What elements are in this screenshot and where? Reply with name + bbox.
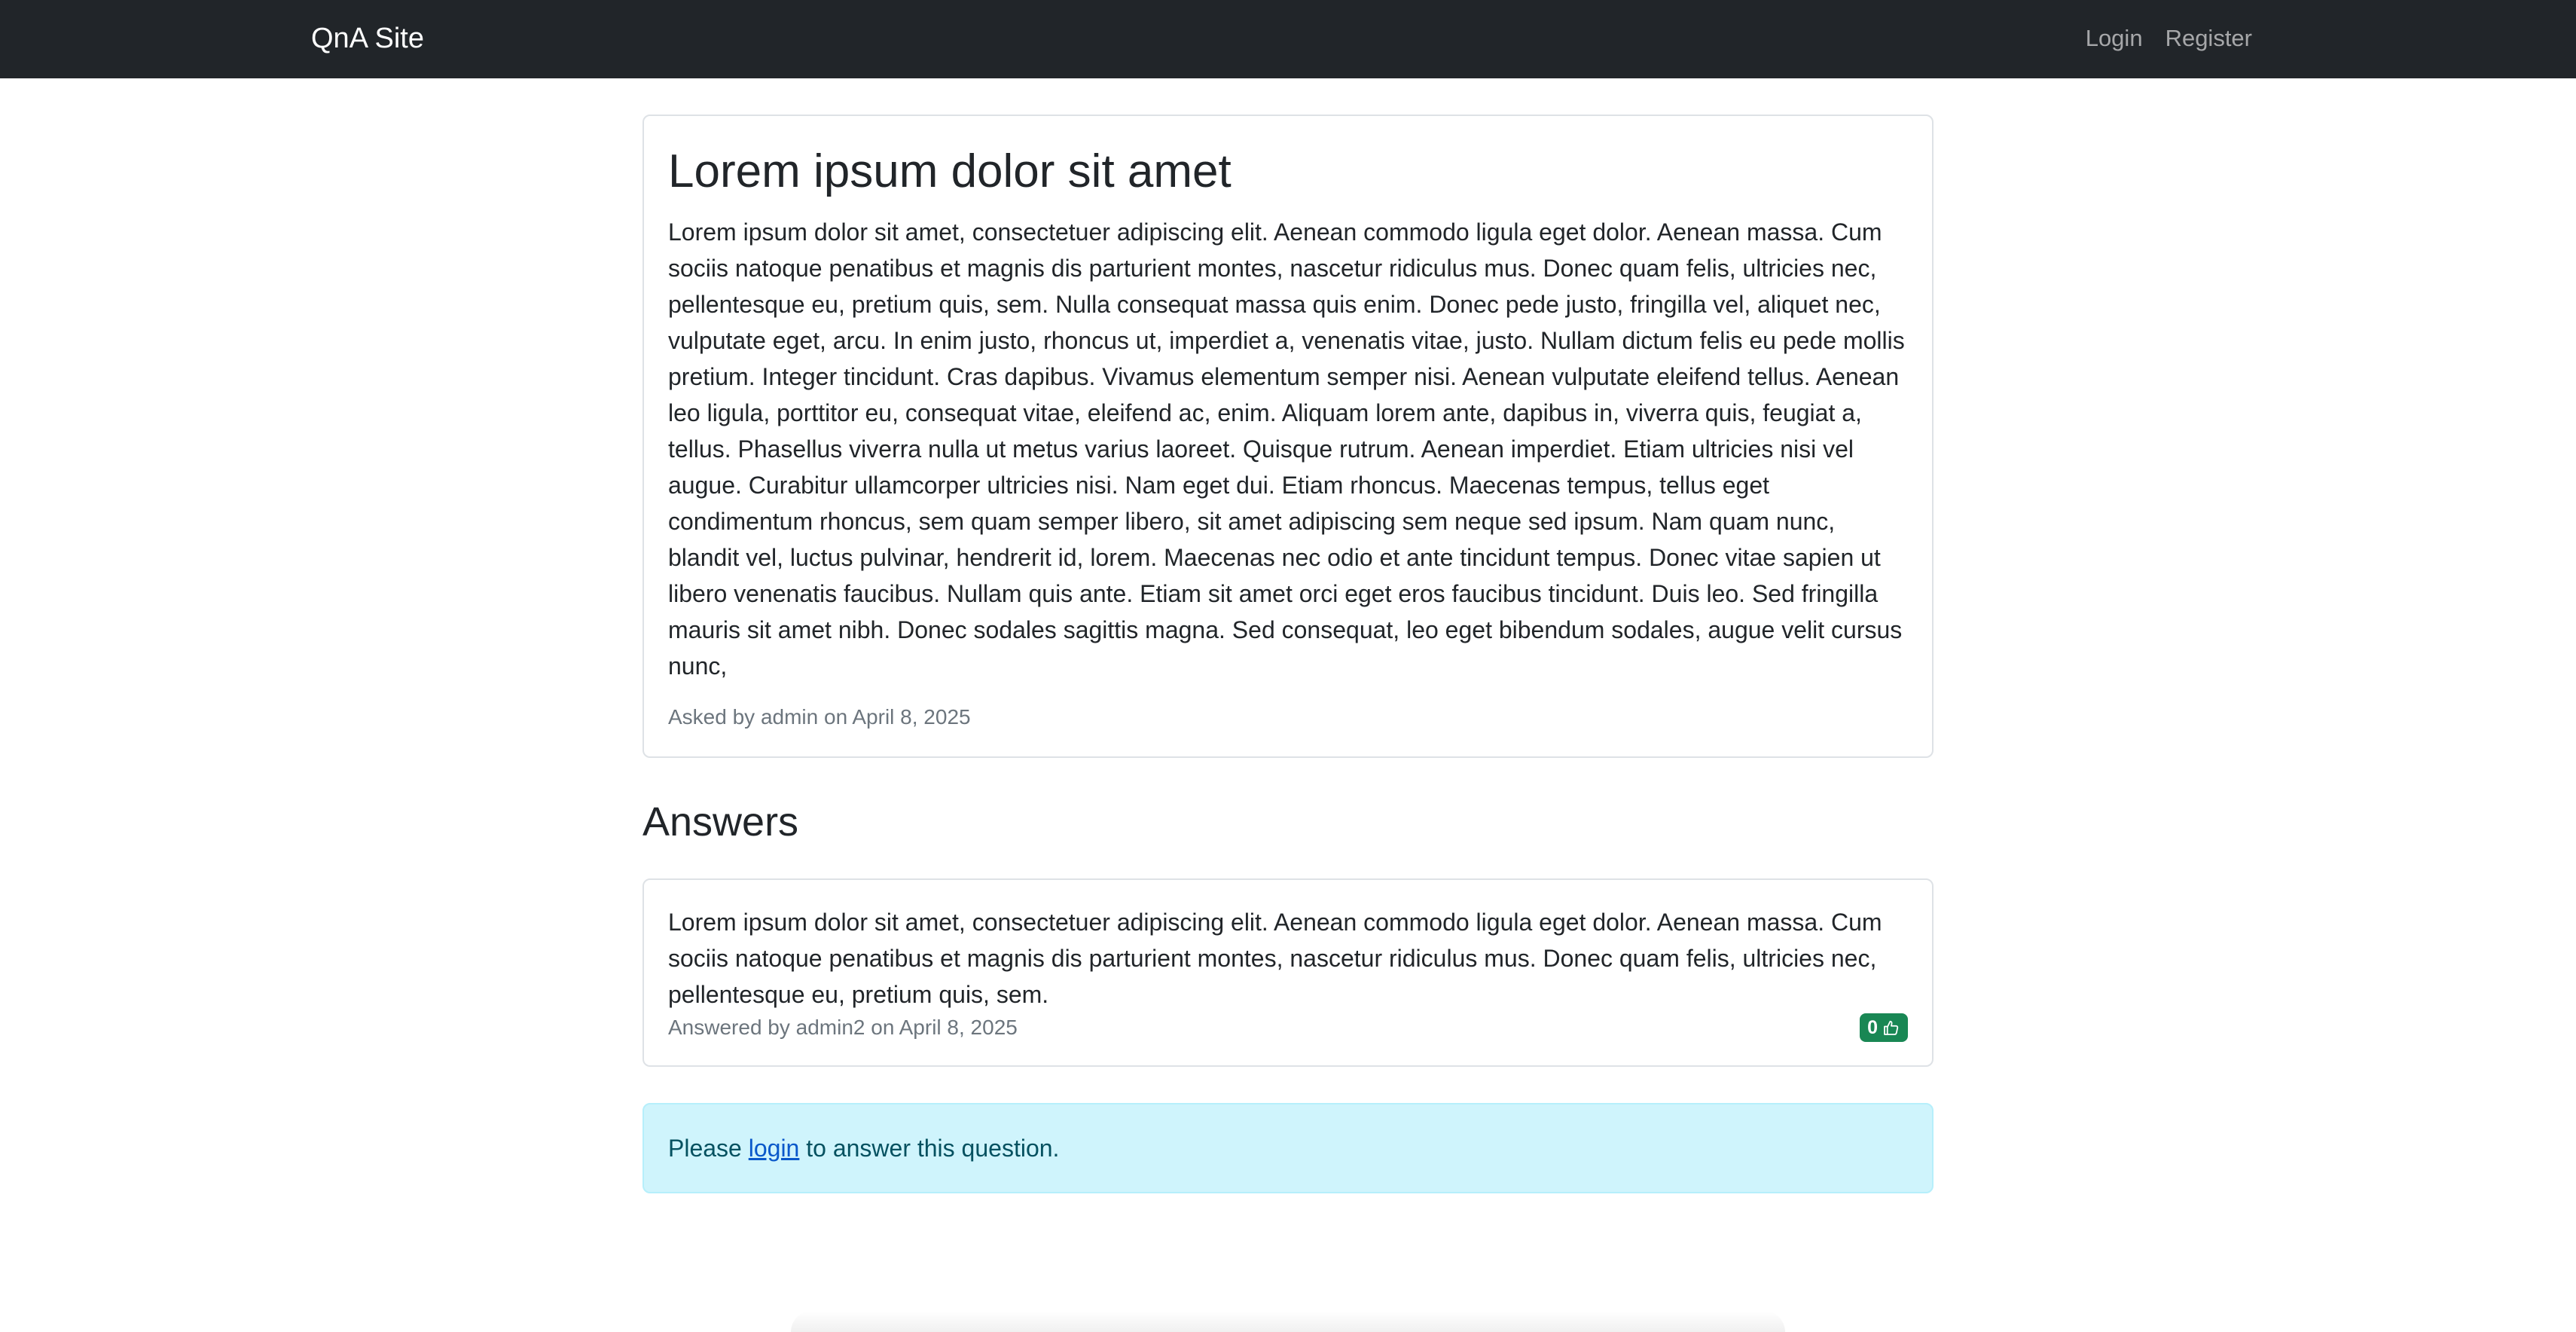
like-button[interactable]: 0 — [1860, 1013, 1908, 1042]
nav-register-link[interactable]: Register — [2165, 20, 2252, 57]
login-link[interactable]: login — [749, 1135, 800, 1162]
answer-meta: Answered by admin2 on April 8, 2025 — [668, 1016, 1018, 1039]
main-content: Lorem ipsum dolor sit amet Lorem ipsum d… — [642, 115, 1934, 1193]
like-count: 0 — [1867, 1017, 1878, 1038]
question-body: Lorem ipsum dolor sit amet, consectetuer… — [668, 218, 1905, 680]
answers-heading: Answers — [642, 799, 799, 845]
bottom-shadow — [791, 1311, 1785, 1332]
answer-card: Lorem ipsum dolor sit amet, consectetuer… — [642, 878, 1934, 1067]
answer-footer: Answered by admin2 on April 8, 2025 0 — [668, 1013, 1908, 1043]
login-prompt-alert: Please login to answer this question. — [642, 1103, 1934, 1193]
question-title: Lorem ipsum dolor sit amet — [668, 145, 1232, 197]
question-card: Lorem ipsum dolor sit amet Lorem ipsum d… — [642, 115, 1934, 758]
answer-body: Lorem ipsum dolor sit amet, consectetuer… — [668, 909, 1882, 1008]
question-meta: Asked by admin on April 8, 2025 — [668, 705, 971, 729]
thumbs-up-icon — [1882, 1019, 1900, 1037]
login-prompt-before: Please — [668, 1135, 749, 1162]
login-prompt-after: to answer this question. — [799, 1135, 1060, 1162]
navbar: QnA Site Login Register — [0, 0, 2576, 78]
nav-login-link[interactable]: Login — [2086, 20, 2143, 57]
nav-links: Login Register — [2086, 20, 2252, 57]
brand-link[interactable]: QnA Site — [311, 20, 424, 57]
